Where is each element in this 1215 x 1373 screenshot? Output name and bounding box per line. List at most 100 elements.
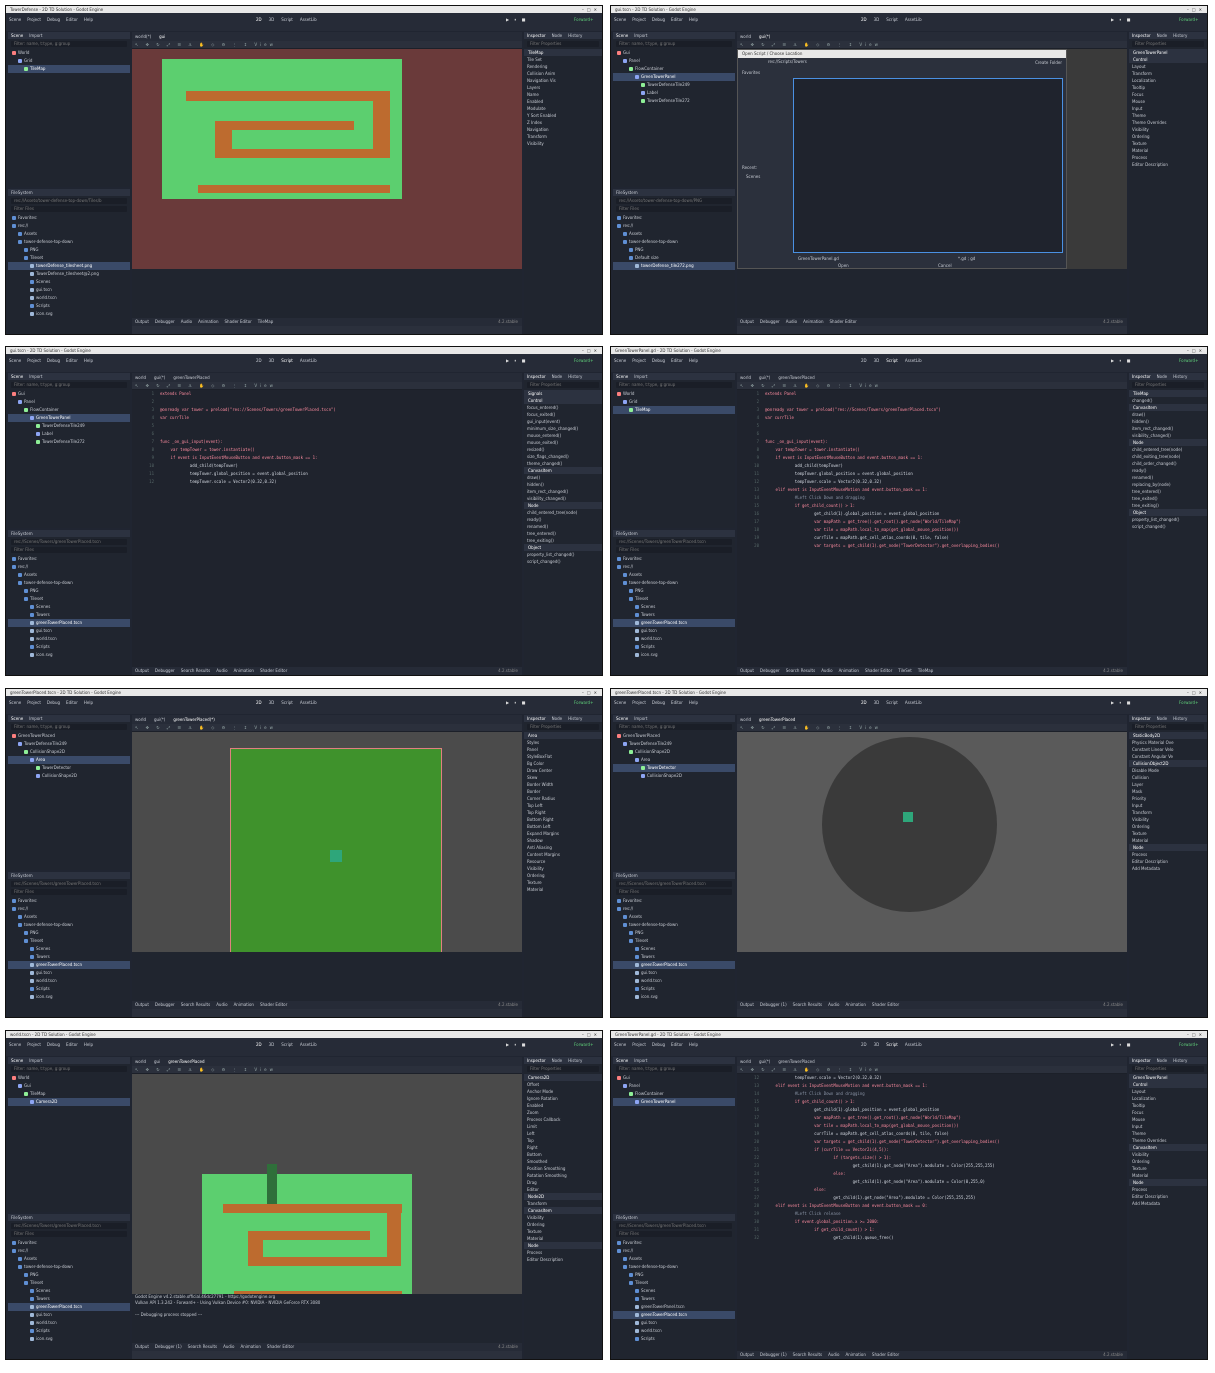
run-controls-icon[interactable]: ▶ ⏸ ■	[506, 17, 527, 22]
inspector-property[interactable]: Material	[524, 1235, 602, 1242]
inspector-section[interactable]: GreenTowerPanel	[1129, 1074, 1207, 1081]
scene-node[interactable]: TowerDetector	[613, 764, 735, 772]
scene-node[interactable]: Label	[613, 89, 735, 97]
file-item[interactable]: greenTowerPlaced.tscn	[8, 619, 130, 627]
inspector-property[interactable]: Process	[524, 1249, 602, 1256]
bottom-tab[interactable]: Output	[740, 1352, 754, 1357]
file-item[interactable]: Assets	[613, 230, 735, 238]
workspace-tab[interactable]: AssetLib	[905, 1042, 922, 1047]
inspector-property[interactable]: Transform	[1129, 809, 1207, 816]
workspace-tab[interactable]: 3D	[874, 358, 880, 363]
tab-history[interactable]: History	[1173, 1058, 1187, 1063]
file-item[interactable]: Tileset	[613, 595, 735, 603]
filter-files-input[interactable]: Filter Files	[616, 206, 732, 212]
file-item[interactable]: tower-defense-top-down	[8, 921, 130, 929]
menu-item[interactable]: Help	[689, 358, 698, 363]
scene-node[interactable]: Gui	[8, 390, 130, 398]
bottom-tab[interactable]: Shader Editor	[830, 319, 857, 324]
inspector-property[interactable]: Material	[1129, 1172, 1207, 1179]
menu-item[interactable]: Editor	[671, 358, 683, 363]
file-item[interactable]: greenTowerPlaced.tscn	[613, 1311, 735, 1319]
inspector-property[interactable]: Localization	[1129, 77, 1207, 84]
file-item[interactable]: res://	[613, 905, 735, 913]
filter-nodes-input[interactable]: Filter: name, t:type, g:group	[11, 1066, 127, 1072]
bottom-tab[interactable]: Shader Editor	[260, 668, 287, 673]
recent-item[interactable]: Scenes	[746, 174, 760, 179]
bottom-tab[interactable]: Audio	[786, 319, 797, 324]
scene-node[interactable]: Panel	[613, 1082, 735, 1090]
workspace-tab[interactable]: Script	[886, 17, 898, 22]
workspace-tab[interactable]: AssetLib	[905, 700, 922, 705]
inspector-section[interactable]: StaticBody2D	[1129, 732, 1207, 739]
scene-node[interactable]: TowerDefenseTile249	[613, 740, 735, 748]
inspector-property[interactable]: Visibility	[524, 1214, 602, 1221]
inspector-property[interactable]: Mouse	[1129, 98, 1207, 105]
file-item[interactable]: Tileset	[8, 937, 130, 945]
inspector-property[interactable]: Input	[1129, 802, 1207, 809]
inspector-property[interactable]: Enabled	[524, 98, 602, 105]
bottom-tab[interactable]: Search Results	[793, 1352, 822, 1357]
tab-history[interactable]: History	[568, 716, 582, 721]
inspector-property[interactable]: Editor Description	[1129, 1193, 1207, 1200]
renderer-label[interactable]: Forward+	[1179, 358, 1198, 363]
filter-nodes-input[interactable]: Filter: name, t:type, g:group	[11, 41, 127, 47]
inspector-property[interactable]: Limit	[524, 1123, 602, 1130]
bottom-tab[interactable]: Audio	[181, 319, 192, 324]
inspector-property[interactable]: Visibility	[1129, 816, 1207, 823]
tab-history[interactable]: History	[1173, 33, 1187, 38]
tab-node[interactable]: Node	[552, 33, 562, 38]
inspector-section[interactable]: CanvasItem	[1129, 404, 1207, 411]
tower-detector-circle[interactable]	[822, 737, 997, 912]
file-item[interactable]: icon.svg	[8, 310, 130, 318]
scene-tab[interactable]: greenTowerPlaced(*)	[173, 717, 214, 722]
scene-node[interactable]: TowerDefenseTile272	[8, 438, 130, 446]
inspector-property[interactable]: draw()	[1129, 411, 1207, 418]
file-item[interactable]: res://	[613, 222, 735, 230]
file-item[interactable]: Tileset	[8, 595, 130, 603]
menu-item[interactable]: Scene	[614, 1042, 626, 1047]
filter-files-input[interactable]: Filter Files	[616, 547, 732, 553]
editor-toolbar[interactable]: ↖ ✥ ↻ ⤢ ☰ ⚓ ✋ ◇ ⚙ ⋮ ↕ View	[737, 1066, 1127, 1074]
tab-inspector[interactable]: Inspector	[527, 33, 546, 38]
inspector-property[interactable]: theme_changed()	[524, 460, 602, 467]
scene-node[interactable]: TowerDefenseTile249	[613, 81, 735, 89]
inspector-property[interactable]: Theme Overrides	[1129, 119, 1207, 126]
bottom-tab[interactable]: Shader Editor	[225, 319, 252, 324]
workspace-tab[interactable]: 3D	[874, 17, 880, 22]
filter-nodes-input[interactable]: Filter: name, t:type, g:group	[11, 382, 127, 388]
file-item[interactable]: Assets	[613, 913, 735, 921]
inspector-property[interactable]: Top	[524, 1137, 602, 1144]
scene-tab[interactable]: world	[135, 1059, 146, 1064]
run-controls-icon[interactable]: ▶ ⏸ ■	[1111, 358, 1132, 363]
inspector-property[interactable]: Smoothed	[524, 1158, 602, 1165]
scene-node[interactable]: Label	[8, 430, 130, 438]
inspector-section[interactable]: Signals	[524, 390, 602, 397]
dialog-path[interactable]: res://Scripts/Towers	[738, 58, 1066, 66]
inspector-property[interactable]: child_entered_tree(node)	[1129, 446, 1207, 453]
workspace-tab[interactable]: AssetLib	[300, 358, 317, 363]
file-item[interactable]: gui.tscn	[8, 1311, 130, 1319]
inspector-property[interactable]: Visibility	[1129, 1151, 1207, 1158]
menu-item[interactable]: Scene	[9, 1042, 21, 1047]
bottom-tab[interactable]: Debugger	[760, 319, 780, 324]
tab-history[interactable]: History	[1173, 374, 1187, 379]
scene-node[interactable]: CollisionShape2D	[613, 748, 735, 756]
inspector-property[interactable]: Rotation Smoothing	[524, 1172, 602, 1179]
workspace-tab[interactable]: Script	[886, 1042, 898, 1047]
tab-scene[interactable]: Scene	[616, 1058, 628, 1063]
bottom-tab[interactable]: Output	[740, 1002, 754, 1007]
inspector-property[interactable]: Texture	[1129, 830, 1207, 837]
filter-nodes-input[interactable]: Filter: name, t:type, g:group	[616, 41, 732, 47]
file-item[interactable]: icon.svg	[613, 993, 735, 1001]
inspector-property[interactable]: Navigation	[524, 126, 602, 133]
file-item[interactable]: Assets	[8, 913, 130, 921]
editor-toolbar[interactable]: ↖ ✥ ↻ ⤢ ☰ ⚓ ✋ ◇ ⚙ ⋮ ↕ View	[132, 1066, 522, 1074]
bottom-tab[interactable]: Animation	[846, 1352, 866, 1357]
bottom-tab[interactable]: Debugger	[155, 1002, 175, 1007]
inspector-property[interactable]: renamed()	[524, 523, 602, 530]
file-item[interactable]: Assets	[8, 571, 130, 579]
bottom-tab[interactable]: Audio	[828, 1352, 839, 1357]
bottom-tab[interactable]: Output	[740, 668, 754, 673]
file-item[interactable]: Scripts	[8, 643, 130, 651]
inspector-property[interactable]: tree_entered()	[1129, 488, 1207, 495]
